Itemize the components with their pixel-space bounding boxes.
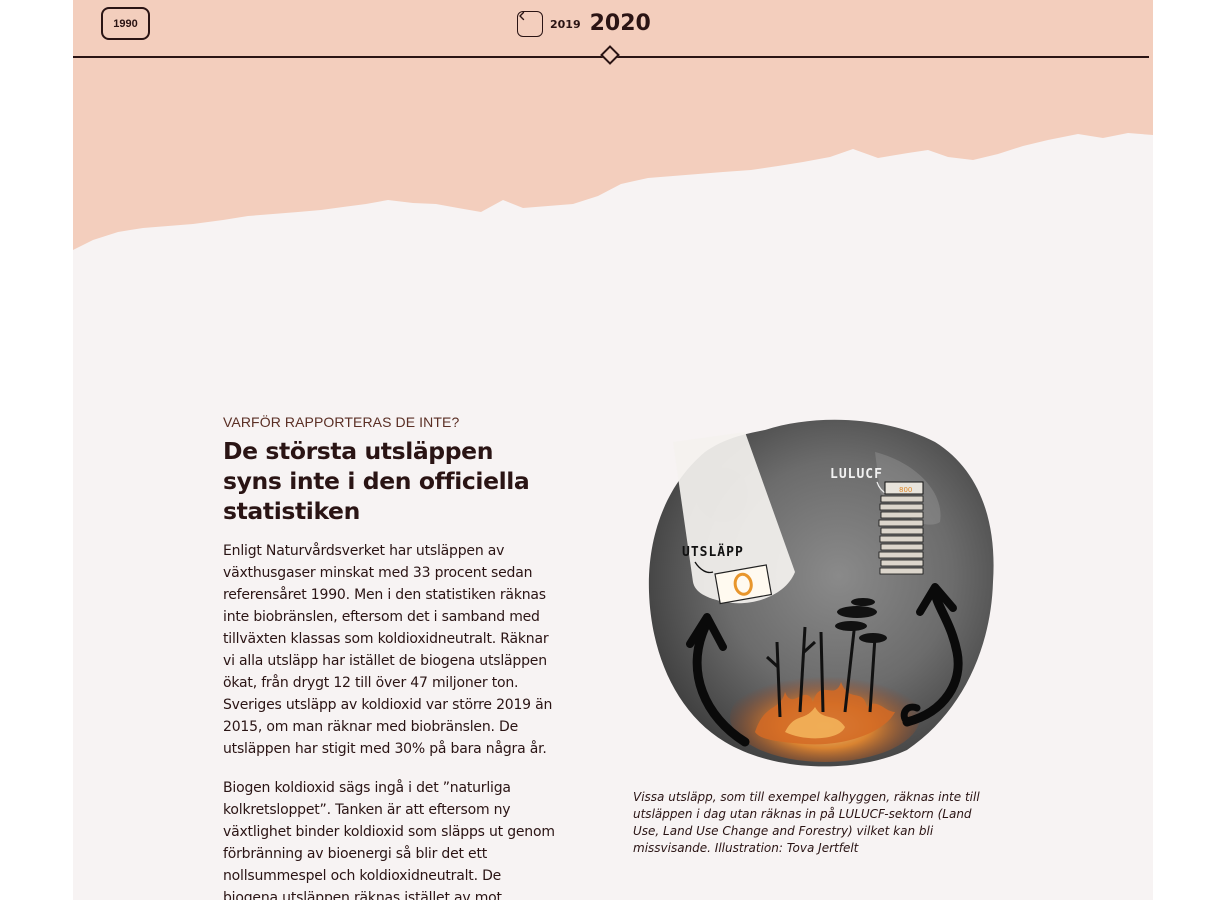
article-paragraph: Biogen koldioxid sägs ingå i det ”naturl… — [223, 780, 555, 900]
svg-text:800: 800 — [899, 486, 912, 494]
previous-year-button[interactable] — [517, 11, 543, 37]
section-eyebrow: VARFÖR RAPPORTERAS DE INTE? — [223, 414, 460, 430]
start-year-button[interactable]: 1990 — [101, 7, 150, 40]
chevron-left-icon — [519, 11, 525, 21]
figure-caption: Vissa utsläpp, som till exempel kalhygge… — [633, 790, 980, 855]
paper-stack: 800 — [878, 481, 924, 575]
article-paragraph: Enligt Naturvårdsverket har utsläppen av… — [223, 543, 553, 757]
page: 1990 2019 2020 VARFÖR RAPPORTERAS DE INT… — [73, 0, 1153, 900]
lulucf-label: LULUCF — [830, 467, 883, 482]
emissions-illustration: UTSLÄPP LULUCF 800 — [648, 419, 994, 767]
utslapp-label: UTSLÄPP — [682, 544, 744, 560]
article-headline: De största utsläppen syns inte i den off… — [223, 437, 530, 525]
article-text: VARFÖR RAPPORTERAS DE INTE? De största u… — [223, 414, 558, 900]
mountain-ridge-background — [73, 0, 1153, 250]
current-year-label: 2020 — [589, 11, 651, 36]
hero-banner: 1990 2019 2020 — [73, 0, 1153, 260]
timeline-nav: 2019 2020 — [517, 11, 651, 37]
previous-year-label[interactable]: 2019 — [550, 18, 581, 31]
